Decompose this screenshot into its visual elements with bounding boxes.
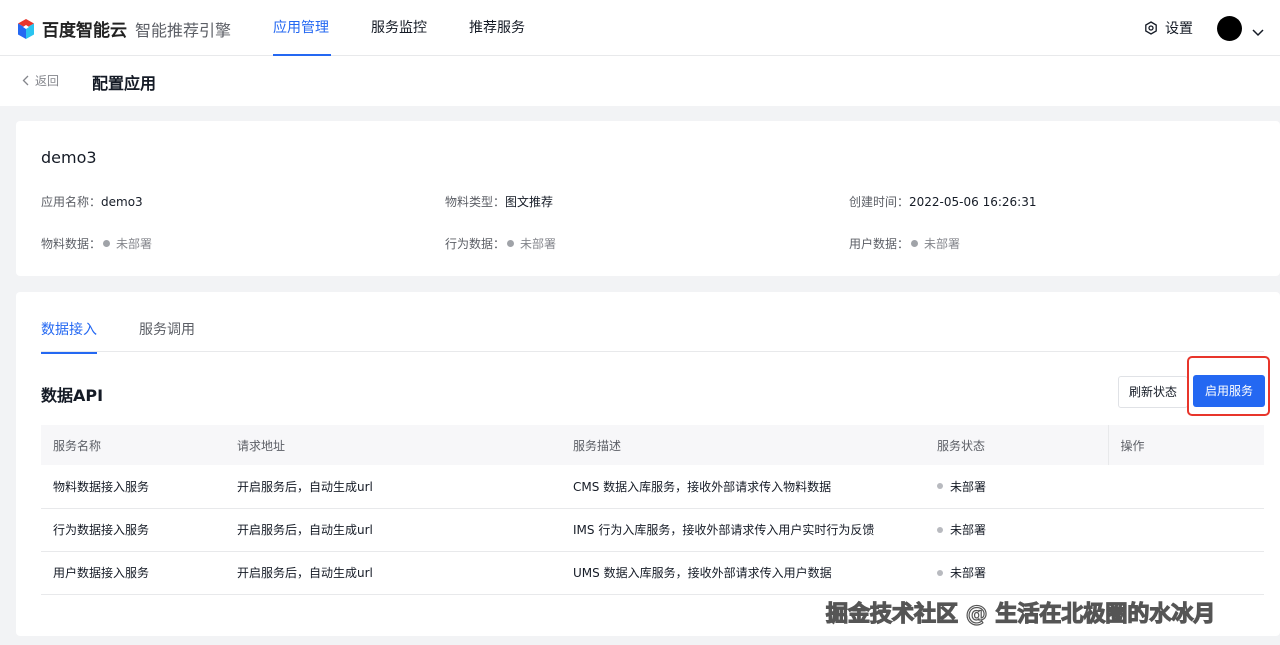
created-time-value: 2022-05-06 16:26:31 xyxy=(909,194,1037,209)
behavior-data-field: 行为数据： 未部署 xyxy=(445,235,556,252)
back-label: 返回 xyxy=(35,74,60,88)
back-link[interactable]: 返回 xyxy=(22,72,59,89)
cell-request-url: 开启服务后，自动生成url xyxy=(225,508,561,552)
tab-bar: 数据接入 服务调用 xyxy=(41,292,1264,354)
cell-actions xyxy=(1108,465,1264,509)
material-type-value: 图文推荐 xyxy=(505,195,554,209)
status-dot xyxy=(507,240,515,247)
table-row: 行为数据接入服务 开启服务后，自动生成url IMS 行为入库服务，接收外部请求… xyxy=(41,508,1264,552)
status-text: 未部署 xyxy=(950,479,987,494)
brand-name: 百度智能云 xyxy=(42,21,127,41)
nav-tab-service-monitoring[interactable]: 服务监控 xyxy=(371,0,427,56)
page-header: 返回 配置应用 xyxy=(0,56,1280,106)
status-dot xyxy=(937,526,943,533)
baidu-cloud-logo-icon xyxy=(16,18,36,40)
status-dot xyxy=(937,569,943,576)
user-data-status: 未部署 xyxy=(924,237,961,251)
column-header-status: 服务状态 xyxy=(925,425,1108,465)
nav-tab-recommend-service[interactable]: 推荐服务 xyxy=(469,0,525,56)
cell-service-name: 行为数据接入服务 xyxy=(41,508,225,552)
refresh-status-button[interactable]: 刷新状态 xyxy=(1118,376,1188,408)
page-title: 配置应用 xyxy=(92,74,157,93)
cell-service-name: 用户数据接入服务 xyxy=(41,551,225,595)
settings-button[interactable]: 设置 xyxy=(1144,18,1193,38)
created-time-field: 创建时间： 2022-05-06 16:26:31 xyxy=(849,193,1036,210)
cell-status: 未部署 xyxy=(925,508,1108,552)
material-data-label: 物料数据： xyxy=(41,237,102,251)
avatar[interactable] xyxy=(1217,16,1242,41)
material-data-field: 物料数据： 未部署 xyxy=(41,235,152,252)
settings-label: 设置 xyxy=(1165,21,1193,37)
tab-data-access[interactable]: 数据接入 xyxy=(41,319,97,354)
watermark-text: 掘金技术社区 @ 生活在北极圈的水冰月 xyxy=(825,601,1216,627)
chevron-down-icon[interactable] xyxy=(1252,22,1264,41)
data-access-card: 数据接入 服务调用 数据API 刷新状态 启用服务 服务名称 请求地址 服务描述… xyxy=(16,292,1280,636)
cell-status: 未部署 xyxy=(925,551,1108,595)
app-name-value: demo3 xyxy=(101,194,143,209)
material-type-field: 物料类型： 图文推荐 xyxy=(445,193,553,210)
nav-tab-app-management[interactable]: 应用管理 xyxy=(273,0,331,56)
top-navigation-bar: 百度智能云 智能推荐引擎 应用管理 服务监控 推荐服务 设置 xyxy=(0,0,1280,56)
app-name-label: 应用名称： xyxy=(41,195,102,209)
column-header-service-name: 服务名称 xyxy=(41,425,225,465)
user-data-field: 用户数据： 未部署 xyxy=(849,235,960,252)
data-api-table: 服务名称 请求地址 服务描述 服务状态 操作 物料数据接入服务 开启服务后，自动… xyxy=(41,425,1264,595)
user-data-label: 用户数据： xyxy=(849,237,910,251)
product-name: 智能推荐引擎 xyxy=(135,20,232,40)
status-dot xyxy=(937,483,943,490)
material-type-label: 物料类型： xyxy=(445,195,506,209)
gear-icon xyxy=(1144,21,1158,35)
tab-service-call[interactable]: 服务调用 xyxy=(139,319,195,352)
cell-status: 未部署 xyxy=(925,465,1108,509)
cell-request-url: 开启服务后，自动生成url xyxy=(225,465,561,509)
enable-service-button[interactable]: 启用服务 xyxy=(1193,375,1265,407)
behavior-data-label: 行为数据： xyxy=(445,237,506,251)
cell-actions xyxy=(1108,508,1264,552)
table-row: 物料数据接入服务 开启服务后，自动生成url CMS 数据入库服务，接收外部请求… xyxy=(41,465,1264,509)
logo[interactable]: 百度智能云 智能推荐引擎 xyxy=(16,16,231,41)
status-dot xyxy=(103,240,111,247)
behavior-data-status: 未部署 xyxy=(520,237,557,251)
column-header-description: 服务描述 xyxy=(561,425,925,465)
app-title: demo3 xyxy=(41,148,97,167)
status-text: 未部署 xyxy=(950,566,987,580)
status-dot xyxy=(911,240,919,247)
status-text: 未部署 xyxy=(950,523,987,537)
cell-service-name: 物料数据接入服务 xyxy=(41,465,225,509)
material-data-status: 未部署 xyxy=(116,237,153,251)
cell-description: UMS 数据入库服务，接收外部请求传入用户数据 xyxy=(561,551,925,595)
section-title: 数据API xyxy=(41,386,104,405)
cell-description: CMS 数据入库服务，接收外部请求传入物料数据 xyxy=(561,465,925,509)
app-name-field: 应用名称： demo3 xyxy=(41,193,143,210)
cell-description: IMS 行为入库服务，接收外部请求传入用户实时行为反馈 xyxy=(561,508,925,552)
column-header-actions: 操作 xyxy=(1107,425,1264,465)
table-header-row: 服务名称 请求地址 服务描述 服务状态 操作 xyxy=(41,425,1264,465)
created-time-label: 创建时间： xyxy=(849,195,910,209)
chevron-left-icon xyxy=(22,75,29,86)
cell-actions xyxy=(1108,551,1264,595)
table-row: 用户数据接入服务 开启服务后，自动生成url UMS 数据入库服务，接收外部请求… xyxy=(41,551,1264,595)
column-header-request-url: 请求地址 xyxy=(225,425,561,465)
cell-request-url: 开启服务后，自动生成url xyxy=(225,551,561,595)
app-info-card: demo3 应用名称： demo3 物料类型： 图文推荐 创建时间： 2022-… xyxy=(16,121,1280,276)
